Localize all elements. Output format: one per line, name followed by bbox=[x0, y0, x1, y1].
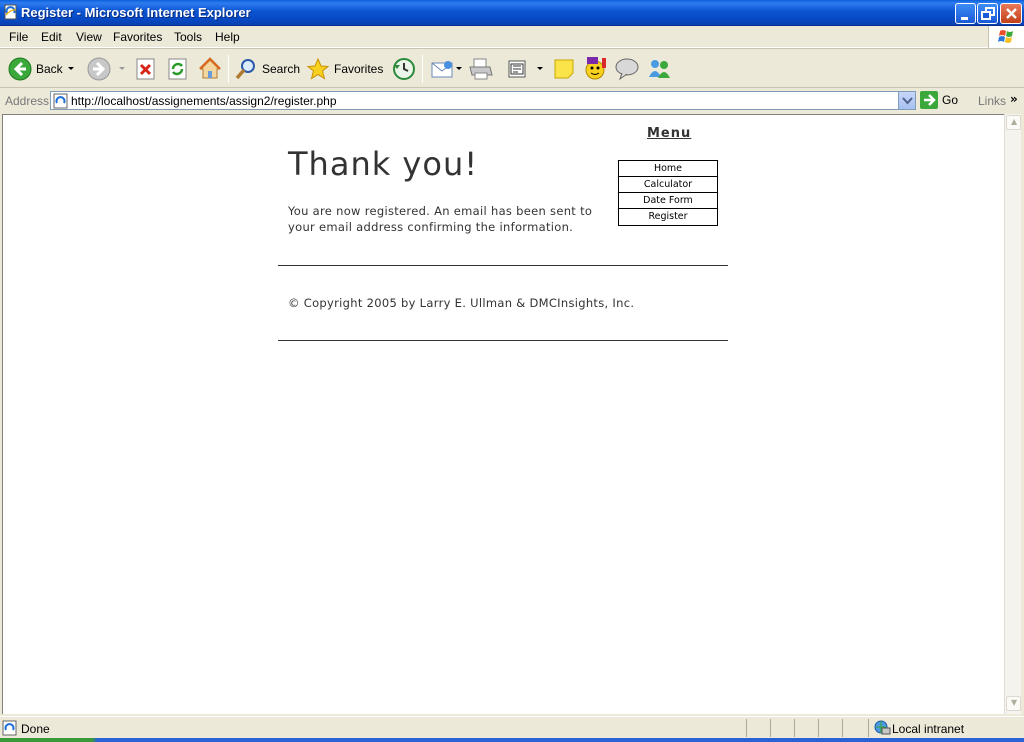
menu-link-date-form[interactable]: Date Form bbox=[619, 193, 717, 209]
forward-dropdown-arrow[interactable] bbox=[119, 67, 125, 70]
menu-link-home[interactable]: Home bbox=[619, 161, 717, 177]
forward-button[interactable] bbox=[87, 55, 111, 83]
windows-flag-icon bbox=[998, 30, 1013, 43]
history-clock-icon bbox=[393, 58, 415, 80]
close-button[interactable] bbox=[1000, 3, 1022, 24]
refresh-button[interactable] bbox=[167, 55, 189, 83]
address-dropdown-button[interactable] bbox=[898, 92, 915, 109]
vertical-scrollbar[interactable]: ▲ ▼ bbox=[1004, 114, 1021, 714]
forward-arrow-icon bbox=[87, 57, 111, 81]
copyright-text: © Copyright 2005 by Larry E. Ullman & DM… bbox=[288, 296, 635, 310]
menu-favorites[interactable]: Favorites bbox=[113, 30, 162, 44]
status-pane bbox=[818, 719, 842, 737]
restore-button[interactable] bbox=[977, 3, 998, 24]
go-arrow-icon bbox=[920, 91, 938, 109]
search-magnifier-icon bbox=[235, 59, 255, 80]
address-bar: Address http://localhost/assignements/as… bbox=[0, 89, 1024, 113]
footer-top-divider bbox=[278, 265, 728, 266]
menu-view[interactable]: View bbox=[76, 30, 102, 44]
back-dropdown-arrow[interactable] bbox=[68, 67, 74, 70]
address-input[interactable]: http://localhost/assignements/assign2/re… bbox=[50, 91, 916, 110]
side-menu: Home Calculator Date Form Register bbox=[618, 160, 718, 226]
back-button[interactable]: Back bbox=[8, 55, 63, 83]
menu-link-register[interactable]: Register bbox=[619, 209, 717, 225]
status-pane bbox=[746, 719, 770, 737]
windows-logo bbox=[988, 26, 1024, 48]
links-label[interactable]: Links bbox=[978, 94, 1006, 108]
done-page-icon bbox=[2, 720, 17, 736]
scroll-down-arrow-icon: ▼ bbox=[1011, 698, 1018, 707]
toolbar-separator bbox=[422, 55, 423, 83]
history-button[interactable] bbox=[391, 55, 417, 83]
scroll-down-button[interactable]: ▼ bbox=[1006, 696, 1021, 711]
messenger-people-icon bbox=[649, 60, 670, 78]
mail-dropdown-arrow[interactable] bbox=[456, 67, 462, 70]
favorites-button[interactable]: Favorites bbox=[306, 55, 383, 83]
scroll-up-button[interactable]: ▲ bbox=[1006, 115, 1021, 130]
status-bar: Done Local intranet bbox=[0, 716, 1024, 738]
edit-button[interactable] bbox=[506, 55, 528, 83]
status-pane bbox=[842, 719, 868, 737]
minimize-button[interactable] bbox=[955, 3, 976, 24]
window-title: Register - Microsoft Internet Explorer bbox=[21, 5, 251, 20]
mail-button[interactable] bbox=[430, 55, 454, 83]
search-button[interactable]: Search bbox=[234, 55, 300, 83]
back-arrow-icon bbox=[8, 57, 32, 81]
go-button[interactable]: Go bbox=[920, 91, 958, 109]
status-pane bbox=[794, 719, 818, 737]
menu-file[interactable]: File bbox=[9, 30, 28, 44]
restore-icon bbox=[981, 7, 995, 20]
links-chevron-icon[interactable]: » bbox=[1010, 92, 1018, 106]
menu-heading: Menu bbox=[647, 126, 692, 141]
footer-bottom-divider bbox=[278, 340, 728, 341]
refresh-icon bbox=[168, 58, 187, 80]
speech-bubble-icon bbox=[615, 58, 639, 81]
yahoo-messenger-button[interactable] bbox=[583, 55, 609, 83]
favorites-label: Favorites bbox=[334, 62, 384, 76]
local-intranet-icon bbox=[874, 720, 891, 735]
home-icon bbox=[199, 57, 221, 79]
stop-button[interactable] bbox=[135, 55, 157, 83]
menu-link-calculator[interactable]: Calculator bbox=[619, 177, 717, 193]
title-bar[interactable]: Register - Microsoft Internet Explorer bbox=[0, 0, 1024, 26]
print-button[interactable] bbox=[468, 55, 494, 83]
minimize-icon bbox=[961, 17, 968, 20]
favorites-star-icon bbox=[306, 57, 330, 80]
edit-dropdown-arrow[interactable] bbox=[537, 67, 543, 70]
stop-icon bbox=[136, 58, 155, 80]
menu-help[interactable]: Help bbox=[215, 30, 240, 44]
discuss-button[interactable] bbox=[552, 55, 576, 83]
status-pane bbox=[770, 719, 794, 737]
search-label: Search bbox=[262, 62, 301, 76]
menu-edit[interactable]: Edit bbox=[41, 30, 62, 44]
toolbar-separator bbox=[228, 55, 229, 83]
back-label: Back bbox=[36, 62, 63, 76]
status-text: Done bbox=[21, 722, 50, 736]
edit-document-icon bbox=[508, 60, 526, 78]
menu-tools[interactable]: Tools bbox=[174, 30, 202, 44]
page-title: Thank you! bbox=[288, 145, 479, 183]
home-button[interactable] bbox=[198, 55, 222, 83]
messenger-button[interactable] bbox=[647, 55, 673, 83]
go-label: Go bbox=[942, 93, 959, 107]
menu-bar: File Edit View Favorites Tools Help bbox=[0, 26, 1024, 48]
page-content: Thank you! You are now registered. An em… bbox=[2, 114, 1004, 714]
ie-page-icon bbox=[4, 4, 17, 20]
taskbar-edge bbox=[0, 738, 1024, 742]
messenger-smiley-icon bbox=[585, 57, 606, 80]
toolbar: Back Search Favorites bbox=[0, 48, 1024, 88]
registration-message: You are now registered. An email has bee… bbox=[288, 204, 593, 234]
chevron-down-icon bbox=[902, 97, 913, 105]
close-icon bbox=[1006, 8, 1017, 19]
address-label: Address bbox=[5, 94, 50, 108]
chat-button[interactable] bbox=[614, 55, 640, 83]
note-icon bbox=[554, 59, 574, 79]
mail-envelope-icon bbox=[431, 61, 453, 78]
printer-icon bbox=[469, 58, 493, 80]
page-icon bbox=[53, 93, 68, 109]
address-url: http://localhost/assignements/assign2/re… bbox=[71, 94, 337, 108]
scroll-up-arrow-icon: ▲ bbox=[1011, 117, 1018, 126]
security-zone-text: Local intranet bbox=[892, 722, 965, 736]
